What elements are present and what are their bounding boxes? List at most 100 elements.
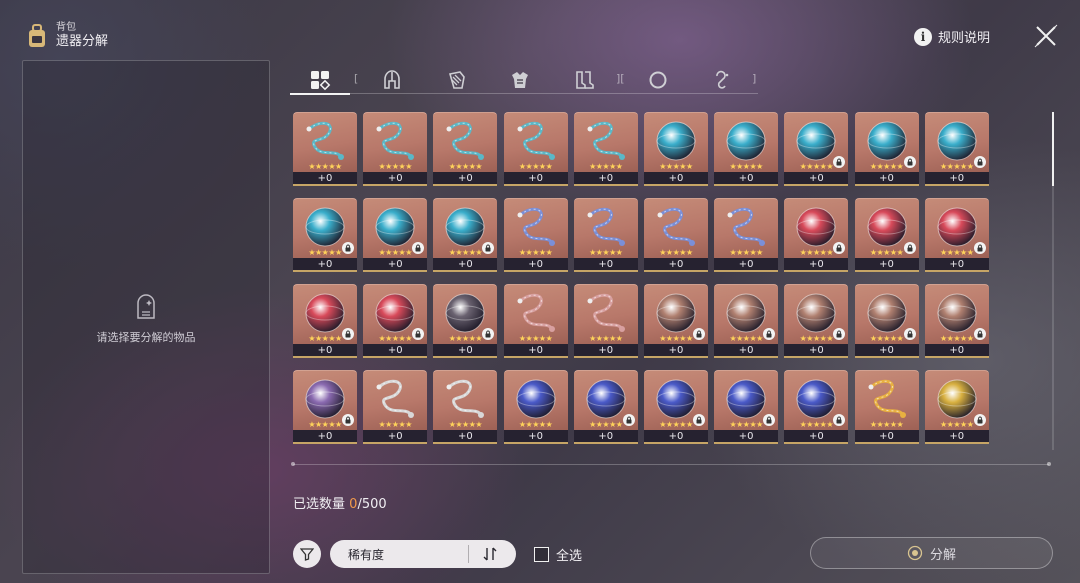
filter-button[interactable] [293, 540, 321, 568]
relic-card: ★★★★★ [643, 284, 708, 344]
relic-level: +0 [784, 344, 849, 358]
relic-item[interactable]: ★★★★★ +0 [854, 112, 919, 188]
relic-item[interactable]: ★★★★★ +0 [714, 112, 779, 188]
relic-item[interactable]: ★★★★★ +0 [924, 370, 989, 446]
relic-item[interactable]: ★★★★★ +0 [433, 284, 498, 360]
relic-item[interactable]: ★★★★★ +0 [643, 370, 708, 446]
relic-level: +0 [924, 344, 989, 358]
relic-item[interactable]: ★★★★★ +0 [643, 112, 708, 188]
relic-item[interactable]: ★★★★★ +0 [924, 284, 989, 360]
relic-item[interactable]: ★★★★★ +0 [714, 198, 779, 274]
filter-icon [300, 548, 314, 561]
rules-label: 规则说明 [937, 31, 990, 46]
rarity-stars: ★★★★★ [378, 420, 413, 429]
select-all-checkbox[interactable]: 全选 [534, 545, 582, 564]
relic-item[interactable]: ★★★★★ +0 [433, 112, 498, 188]
relic-item[interactable]: ★★★★★ +0 [573, 112, 638, 188]
relic-item[interactable]: ★★★★★ +0 [503, 284, 568, 360]
sphere-relic-icon [305, 207, 345, 247]
select-all-label: 全选 [556, 549, 583, 564]
sphere-relic-icon [726, 379, 766, 419]
tab-rope[interactable] [692, 66, 752, 94]
relic-level: +0 [573, 344, 638, 358]
relic-item[interactable]: ★★★★★ +0 [784, 284, 849, 360]
relic-level: +0 [433, 430, 498, 444]
relic-item[interactable]: ★★★★★ +0 [293, 284, 357, 360]
lock-icon [342, 242, 354, 254]
relic-level: +0 [784, 430, 849, 444]
relic-card: ★★★★★ [714, 370, 779, 430]
relic-card: ★★★★★ [714, 112, 779, 172]
relic-item[interactable]: ★★★★★ +0 [784, 112, 849, 188]
relic-item[interactable]: ★★★★★ +0 [293, 370, 357, 446]
scrollbar[interactable] [1052, 112, 1054, 450]
relic-level: +0 [293, 430, 357, 444]
sphere-relic-icon [516, 379, 556, 419]
relic-item[interactable]: ★★★★★ +0 [854, 370, 919, 446]
relic-level: +0 [433, 258, 498, 272]
relic-item[interactable]: ★★★★★ +0 [924, 112, 989, 188]
relic-card: ★★★★★ [784, 284, 849, 344]
tab-group-bracket: [ [354, 72, 359, 85]
relic-item[interactable]: ★★★★★ +0 [293, 198, 357, 274]
relic-level: +0 [503, 344, 568, 358]
sphere-relic-icon [937, 293, 977, 333]
relic-item[interactable]: ★★★★★ +0 [854, 284, 919, 360]
relic-item[interactable]: ★★★★★ +0 [643, 198, 708, 274]
relic-item[interactable]: ★★★★★ +0 [854, 198, 919, 274]
rules-button[interactable]: i 规则说明 [913, 27, 990, 46]
relic-item[interactable]: ★★★★★ +0 [503, 370, 568, 446]
tab-body[interactable] [490, 66, 550, 94]
sphere-relic-icon [726, 293, 766, 333]
relic-item[interactable]: ★★★★★ +0 [573, 284, 638, 360]
lock-icon [903, 328, 916, 340]
sort-dropdown[interactable]: 稀有度 [330, 540, 516, 568]
sort-order-icon[interactable] [482, 546, 498, 562]
relic-item[interactable]: ★★★★★ +0 [433, 198, 498, 274]
relic-item[interactable]: ★★★★★ +0 [503, 198, 568, 274]
relic-item[interactable]: ★★★★★ +0 [433, 370, 498, 446]
relic-item[interactable]: ★★★★★ +0 [363, 198, 428, 274]
tab-feet[interactable] [554, 66, 614, 94]
relic-item[interactable]: ★★★★★ +0 [363, 112, 428, 188]
relic-item[interactable]: ★★★★★ +0 [784, 370, 849, 446]
relic-card: ★★★★★ [784, 370, 849, 430]
scrollbar-thumb[interactable] [1052, 112, 1054, 186]
relic-level: +0 [433, 344, 498, 358]
tab-all[interactable] [290, 66, 350, 95]
relic-item[interactable]: ★★★★★ +0 [714, 370, 779, 446]
relic-card: ★★★★★ [854, 284, 919, 344]
relic-card: ★★★★★ [503, 284, 568, 344]
rope-relic-icon [587, 121, 625, 160]
relic-item[interactable]: ★★★★★ +0 [643, 284, 708, 360]
tab-hands[interactable] [426, 66, 486, 94]
relic-item[interactable]: ★★★★★ +0 [924, 198, 989, 274]
sort-value: 稀有度 [348, 547, 385, 562]
tabs-divider [290, 93, 758, 94]
relic-item[interactable]: ★★★★★ +0 [293, 112, 357, 188]
relic-level: +0 [573, 172, 638, 186]
checkbox[interactable] [534, 547, 549, 562]
relic-item[interactable]: ★★★★★ +0 [503, 112, 568, 188]
tab-head[interactable] [362, 66, 422, 94]
close-icon[interactable] [1034, 24, 1058, 48]
tab-group-bracket: ][ [616, 72, 625, 85]
info-icon: i [913, 27, 932, 46]
relic-item[interactable]: ★★★★★ +0 [714, 284, 779, 360]
sphere-relic-icon [867, 207, 906, 247]
breadcrumb[interactable]: 背包 [56, 22, 108, 34]
relic-item[interactable]: ★★★★★ +0 [573, 370, 638, 446]
relic-item[interactable]: ★★★★★ +0 [784, 198, 849, 274]
relic-item[interactable]: ★★★★★ +0 [573, 198, 638, 274]
sphere-relic-icon [867, 293, 906, 333]
tab-sphere[interactable] [628, 66, 688, 94]
relic-level: +0 [784, 172, 849, 186]
decompose-button[interactable]: 分解 [810, 537, 1053, 569]
relic-item[interactable]: ★★★★★ +0 [363, 284, 428, 360]
relic-card: ★★★★★ [573, 370, 638, 430]
relic-item[interactable]: ★★★★★ +0 [363, 370, 428, 446]
relic-card: ★★★★★ [854, 198, 919, 258]
relic-level: +0 [854, 430, 919, 444]
relic-card: ★★★★★ [854, 370, 919, 430]
rarity-stars: ★★★★★ [448, 420, 483, 429]
